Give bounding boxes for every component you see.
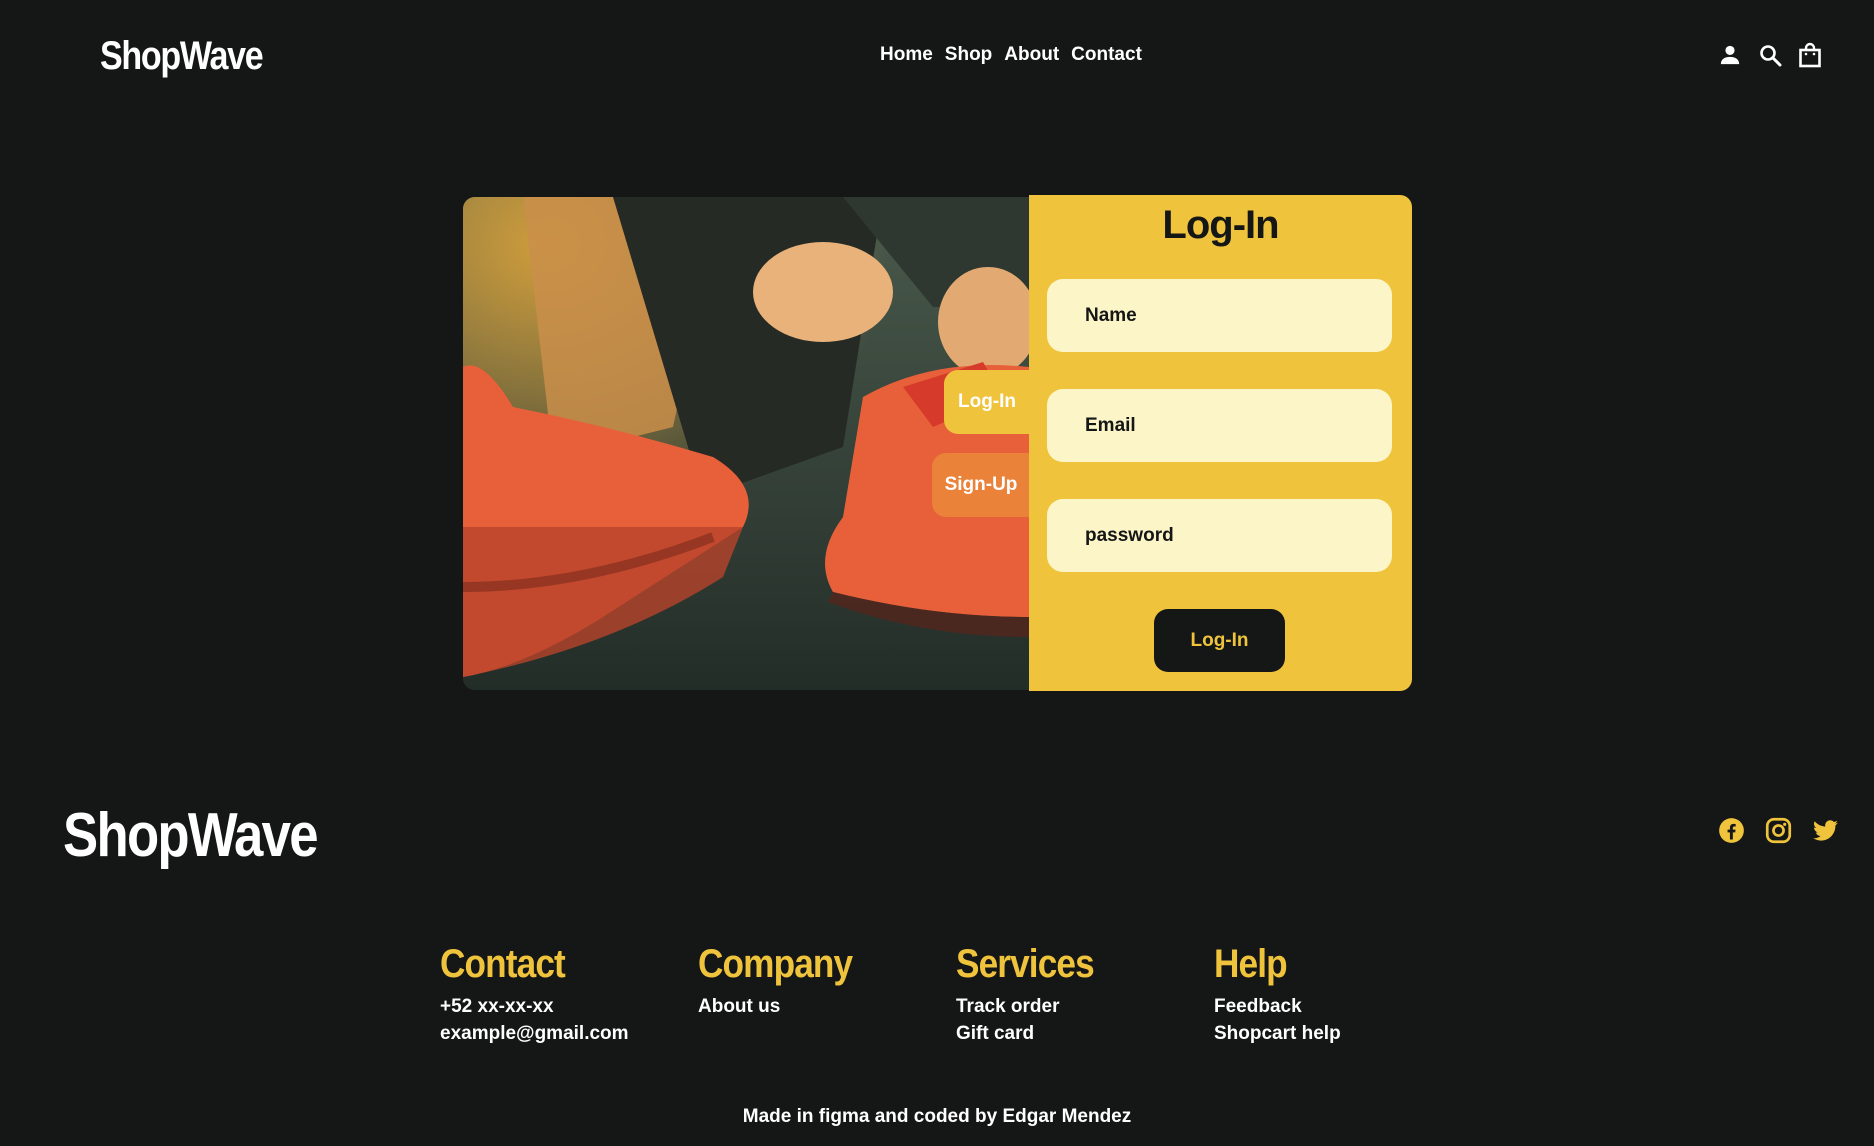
search-icon[interactable] <box>1758 42 1782 68</box>
footer-link-phone[interactable]: +52 xx-xx-xx <box>440 993 698 1020</box>
footer-link-email[interactable]: example@gmail.com <box>440 1020 698 1047</box>
footer-link-gift-card[interactable]: Gift card <box>956 1020 1214 1047</box>
footer-col-services: Services Track order Gift card <box>956 942 1214 1047</box>
login-form-panel: Log-In Log-In <box>1029 195 1412 691</box>
footer-link-shopcart-help[interactable]: Shopcart help <box>1214 1020 1472 1047</box>
nav-contact[interactable]: Contact <box>1071 44 1142 66</box>
footer-col-title: Company <box>698 942 853 986</box>
login-card: Log-In Sign-Up Log-In Log-In <box>463 195 1412 691</box>
twitter-icon[interactable] <box>1812 817 1839 844</box>
shopping-bag-icon[interactable] <box>1798 42 1822 68</box>
main-nav: Home Shop About Contact <box>880 44 1142 66</box>
instagram-icon[interactable] <box>1765 817 1792 844</box>
footer-col-title: Contact <box>440 942 566 986</box>
facebook-icon[interactable] <box>1718 817 1745 844</box>
footer-brand: ShopWave <box>63 801 319 870</box>
nav-home[interactable]: Home <box>880 44 933 66</box>
password-input[interactable] <box>1047 499 1392 572</box>
footer-link-about-us[interactable]: About us <box>698 993 956 1020</box>
footer-link-track-order[interactable]: Track order <box>956 993 1214 1020</box>
header-icons <box>1718 42 1822 68</box>
running-shoes-photo <box>463 197 1029 690</box>
footer-link-feedback[interactable]: Feedback <box>1214 993 1472 1020</box>
nav-shop[interactable]: Shop <box>945 44 993 66</box>
social-links <box>1718 817 1839 844</box>
tab-login[interactable]: Log-In <box>944 370 1030 434</box>
footer-credit: Made in figma and coded by Edgar Mendez <box>742 1106 1132 1127</box>
footer-col-contact: Contact +52 xx-xx-xx example@gmail.com <box>440 942 698 1047</box>
user-icon[interactable] <box>1718 42 1742 68</box>
nav-about[interactable]: About <box>1004 44 1059 66</box>
footer-col-title: Help <box>1214 942 1288 986</box>
email-input[interactable] <box>1047 389 1392 462</box>
tab-signup[interactable]: Sign-Up <box>932 453 1030 517</box>
footer-col-help: Help Feedback Shopcart help <box>1214 942 1472 1047</box>
login-submit-button[interactable]: Log-In <box>1154 609 1285 672</box>
site-header: ShopWave Home Shop About Contact <box>0 0 1874 115</box>
footer-col-company: Company About us <box>698 942 956 1047</box>
footer-col-title: Services <box>956 942 1095 986</box>
footer-columns: Contact +52 xx-xx-xx example@gmail.com C… <box>440 942 1472 1047</box>
brand-logo[interactable]: ShopWave <box>100 34 264 79</box>
login-title: Log-In <box>1162 203 1279 247</box>
name-input[interactable] <box>1047 279 1392 352</box>
